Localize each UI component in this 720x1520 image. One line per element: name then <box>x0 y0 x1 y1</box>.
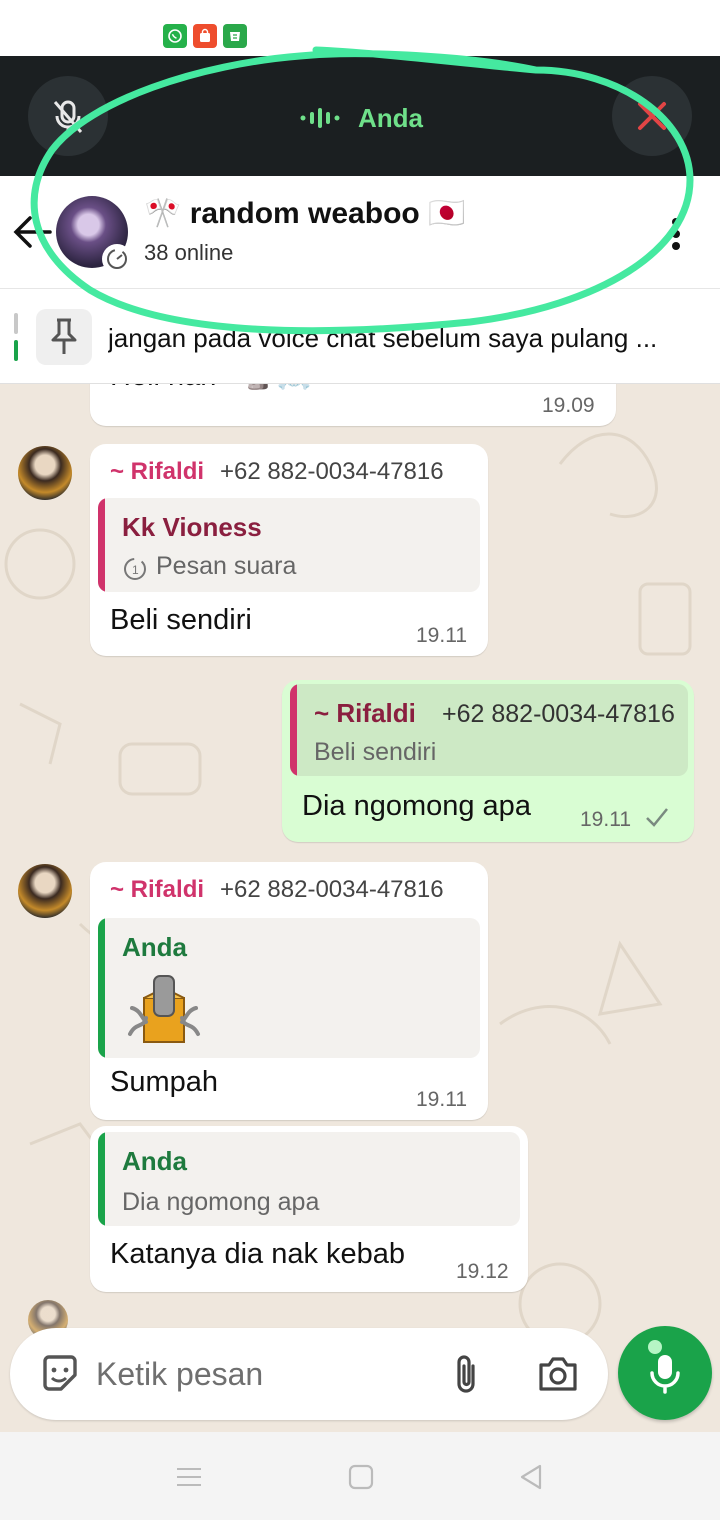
voice-message-timer-icon: 1 <box>124 558 146 580</box>
quoted-message[interactable]: Kk Vioness 1 Pesan suara <box>98 498 480 592</box>
pin-icon <box>36 309 92 365</box>
message-text: Heli nan <box>110 384 216 393</box>
online-count: 38 online <box>144 240 234 265</box>
audio-wave-icon <box>300 108 340 128</box>
pinned-indicator <box>14 313 18 361</box>
quoted-message[interactable]: Anda <box>98 918 480 1058</box>
message-bubble[interactable]: ~ Rifaldi +62 882-0034-47816 Anda Sumpah… <box>90 862 488 1120</box>
shopee-notification-icon <box>193 24 217 48</box>
sender-phone: +62 882-0034-47816 <box>220 458 444 485</box>
leave-voice-chat-button[interactable] <box>612 76 692 156</box>
quoted-message[interactable]: Anda Dia ngomong apa <box>98 1132 520 1226</box>
message-time: 19.11 <box>416 1088 467 1111</box>
chat-header: 🎌 random weaboo 🇯🇵 38 online <box>0 176 720 288</box>
voice-chat-speaker: Anda <box>358 102 423 133</box>
sender-name[interactable]: ~ Rifaldi <box>110 458 204 486</box>
whatsapp-notification-icon <box>163 24 187 48</box>
voice-chat-title: Anda <box>300 100 423 136</box>
quoted-text: Dia ngomong apa <box>122 1188 320 1216</box>
group-name[interactable]: 🎌 random weaboo 🇯🇵 <box>144 196 465 231</box>
message-time: 19.12 <box>456 1260 509 1283</box>
back-nav-icon[interactable] <box>516 1462 546 1492</box>
sender-phone: +62 882-0034-47816 <box>220 876 444 903</box>
pinned-message-text: jangan pada voice chat sebelum saya pula… <box>108 323 658 353</box>
mic-icon <box>650 1355 680 1394</box>
message-text: Sumpah <box>110 1066 219 1098</box>
quoted-text: Beli sendiri <box>314 738 437 766</box>
message-time: 19.09 <box>542 394 595 417</box>
system-navigation-bar <box>0 1432 720 1520</box>
mic-off-icon <box>53 100 83 133</box>
quoted-sender: ~ Rifaldi <box>314 698 416 728</box>
recording-indicator <box>648 1340 662 1354</box>
paperclip-icon[interactable] <box>444 1352 488 1396</box>
message-time: 19.11 <box>416 624 467 647</box>
message-bubble[interactable]: ~ Rifaldi +62 882-0034-47816 Kk Vioness … <box>90 444 488 656</box>
sender-row: ~ Rifaldi +62 882-0034-47816 <box>110 876 444 904</box>
quoted-sender: Anda <box>122 932 187 962</box>
more-options-icon[interactable] <box>664 214 688 254</box>
sender-name[interactable]: ~ Rifaldi <box>110 876 204 904</box>
shop-notification-icon <box>223 24 247 48</box>
camera-icon[interactable] <box>536 1352 580 1396</box>
pinned-message[interactable]: jangan pada voice chat sebelum saya pula… <box>0 288 720 384</box>
sender-avatar[interactable] <box>18 446 72 500</box>
quoted-sender: Anda <box>122 1146 187 1176</box>
message-bubble[interactable]: Anda Dia ngomong apa Katanya dia nak keb… <box>90 1126 528 1292</box>
svg-text:1: 1 <box>132 563 139 577</box>
quoted-message[interactable]: ~ Rifaldi +62 882-0034-47816 Beli sendir… <box>290 684 688 776</box>
home-nav-icon[interactable] <box>346 1462 376 1492</box>
sticker-icon[interactable] <box>38 1352 82 1396</box>
message-input[interactable]: Ketik pesan <box>96 1356 263 1393</box>
message-text: Dia ngomong apa <box>302 790 531 822</box>
menu-nav-icon[interactable] <box>174 1462 204 1492</box>
single-check-icon <box>646 808 668 827</box>
close-icon <box>638 102 666 130</box>
back-arrow-icon[interactable] <box>12 214 52 250</box>
quoted-sender: Kk Vioness <box>122 512 262 542</box>
sender-row: ~ Rifaldi +62 882-0034-47816 <box>110 458 444 486</box>
moai-sticker-icon <box>128 975 200 1043</box>
mute-microphone-button[interactable] <box>28 76 108 156</box>
outgoing-message-bubble[interactable]: ~ Rifaldi +62 882-0034-47816 Beli sendir… <box>282 680 694 842</box>
record-voice-button[interactable] <box>618 1326 712 1420</box>
message-text: Katanya dia nak kebab <box>110 1238 406 1270</box>
quoted-text: Pesan suara <box>156 552 297 580</box>
quoted-phone: +62 882-0034-47816 <box>442 700 675 728</box>
voice-chat-bar: Anda <box>0 56 720 176</box>
status-bar <box>0 0 720 56</box>
disappearing-messages-icon <box>102 244 132 274</box>
message-time: 19.11 <box>580 808 631 831</box>
sticker-icons: 🗿☠️ <box>242 384 312 391</box>
chat-area: Heli nan 🗿☠️ 19.09 ~ Rifaldi +62 882-003… <box>0 384 720 1432</box>
message-text: Beli sendiri <box>110 604 252 636</box>
message-bubble-partial[interactable]: Heli nan 🗿☠️ 19.09 <box>90 384 616 426</box>
sender-avatar[interactable] <box>18 864 72 918</box>
message-composer[interactable]: Ketik pesan <box>10 1328 608 1420</box>
